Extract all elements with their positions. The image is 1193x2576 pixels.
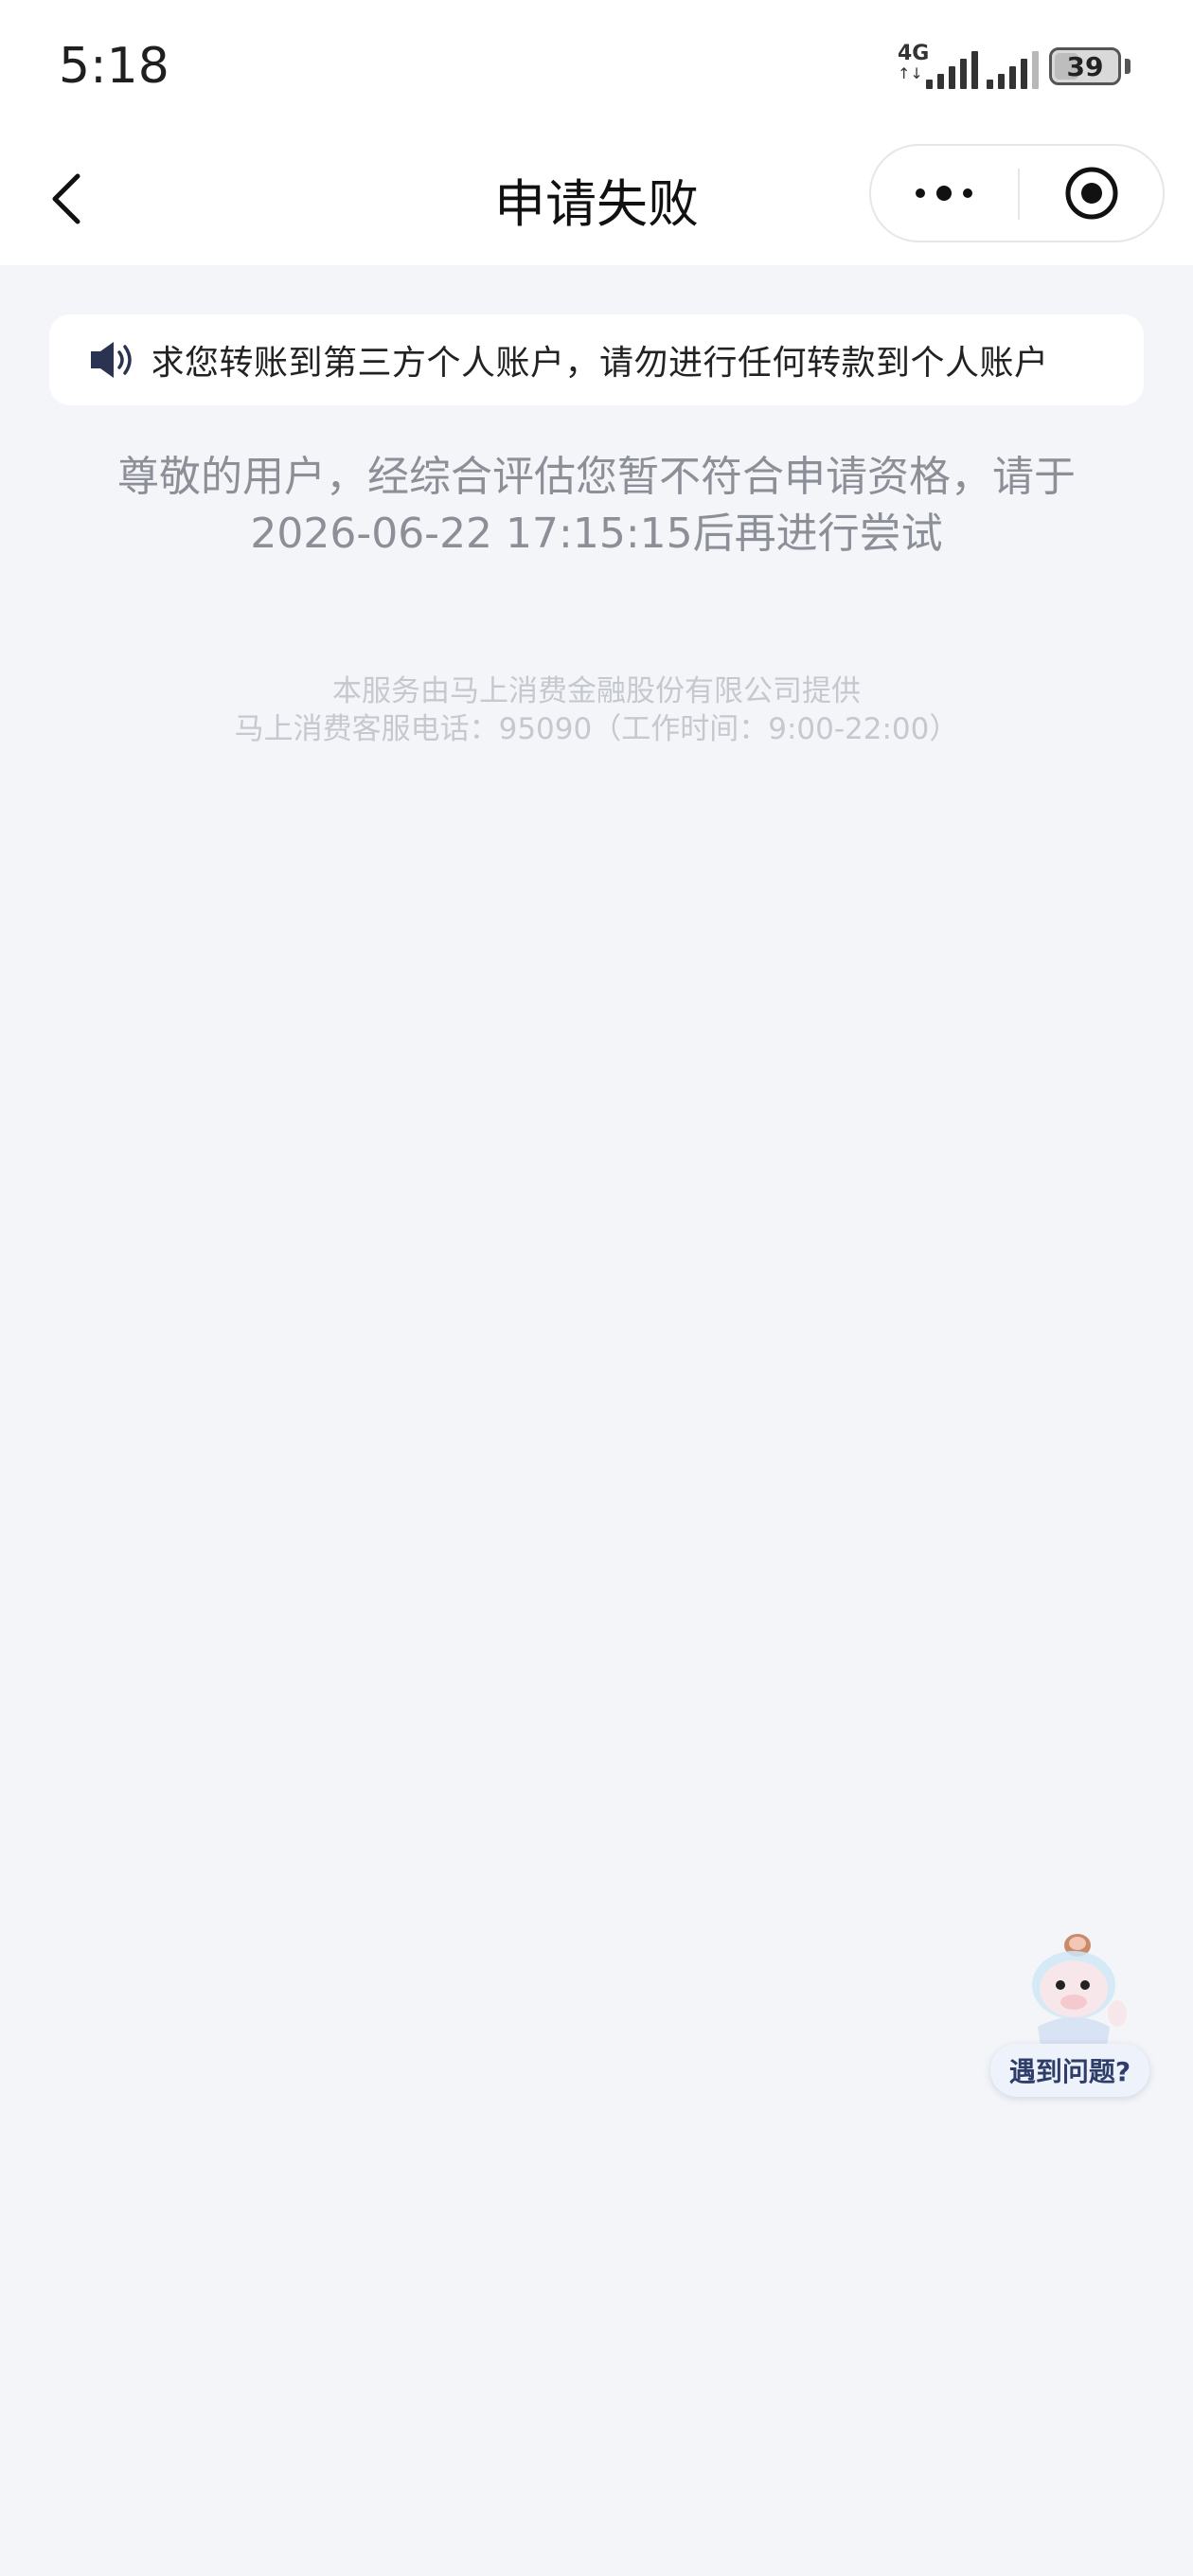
failure-message-line-1: 尊敬的用户，经综合评估您暂不符合申请资格，请于 [117,453,1076,501]
failure-message-line-2: 2026-06-22 17:15:15后再进行尝试 [250,510,943,558]
help-label: 遇到问题? [990,2044,1149,2097]
network-activity-icon: ↑↓ [898,64,923,82]
more-button[interactable] [871,146,1017,241]
network-type: 4G [898,42,930,65]
provider-name: 本服务由马上消费金融股份有限公司提供 [332,674,861,708]
help-widget[interactable]: 遇到问题? [990,1932,1151,2099]
notice-marquee: 要求您转账到第三方个人账户，请勿进行任何转款到个人账户 [153,314,1115,405]
status-time: 5:18 [59,38,169,95]
chevron-left-icon [52,173,80,224]
customer-service-phone: 马上消费客服电话：95090（工作时间：9:00-22:00） [234,712,959,746]
nav-bar: 申请失败 [0,133,1193,265]
battery-level: 39 [1066,50,1104,82]
signal-strength-icon [987,47,1039,89]
notice-bar: 要求您转账到第三方个人账户，请勿进行任何转款到个人账户 [49,314,1144,405]
battery-tip [1125,59,1131,74]
target-circle-icon [1065,167,1118,220]
speaker-icon [91,342,132,378]
close-button[interactable] [1020,146,1164,241]
more-dots-icon [916,186,972,201]
signal-strength-icon [926,47,978,89]
provider-info: 本服务由马上消费金融股份有限公司提供 马上消费客服电话：95090（工作时间：9… [76,672,1117,748]
status-bar: 5:18 4G ↑↓ 39 [0,0,1193,133]
app-page: 5:18 4G ↑↓ 39 申请失败 要求您转账到第三方个人账户，请勿进行任何转… [0,0,1193,2576]
failure-message: 尊敬的用户，经综合评估您暂不符合申请资格，请于 2026-06-22 17:15… [76,449,1117,563]
mascot-icon [1032,1934,1127,2053]
mini-program-capsule [869,144,1165,242]
back-button[interactable] [38,165,106,233]
notice-text: 要求您转账到第三方个人账户，请勿进行任何转款到个人账户 [153,344,1049,383]
battery-icon: 39 [1049,47,1121,85]
